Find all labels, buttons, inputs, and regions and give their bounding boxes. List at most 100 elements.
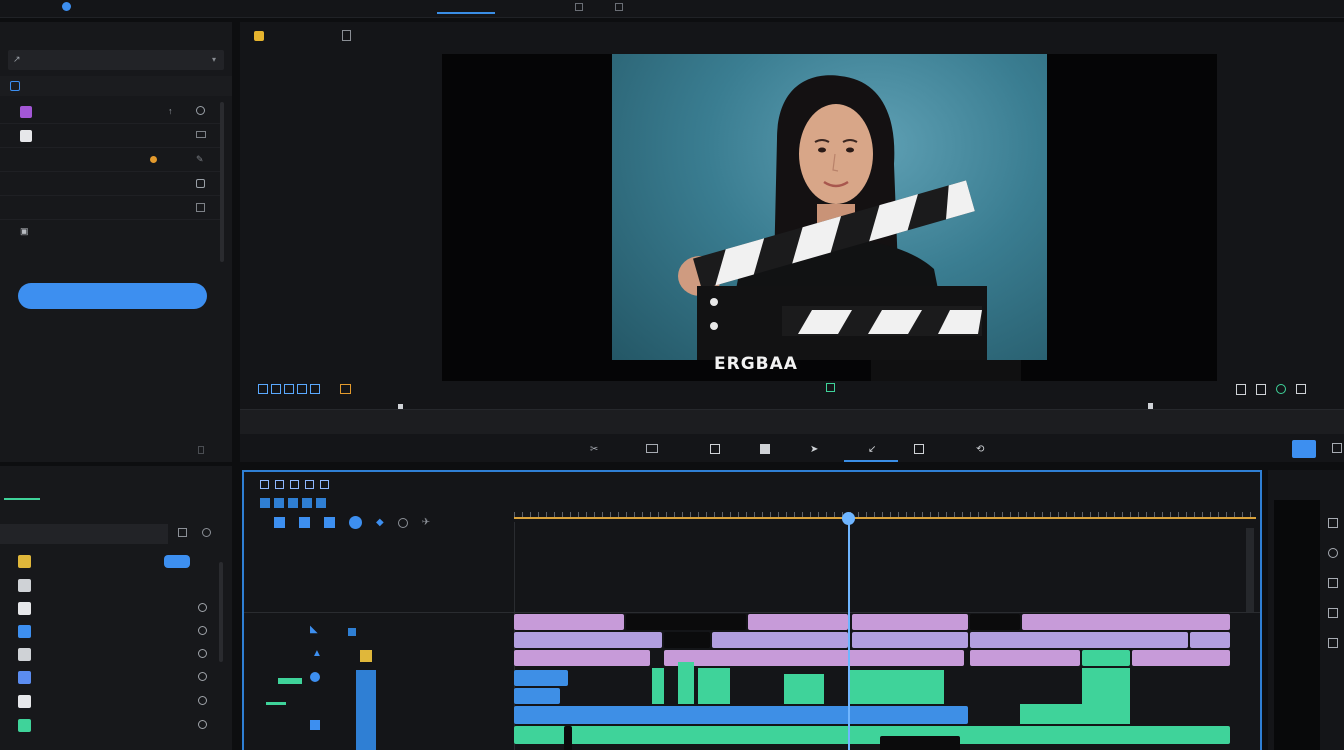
frame-icon[interactable]: [196, 203, 205, 212]
section-header[interactable]: [0, 76, 232, 96]
tool-icon[interactable]: [260, 480, 269, 489]
text-clip[interactable]: [514, 614, 624, 630]
text-clip[interactable]: [1022, 614, 1230, 630]
scrollbar[interactable]: [220, 102, 224, 262]
safe-zone-icon[interactable]: [826, 383, 835, 392]
media-item[interactable]: [0, 574, 222, 597]
work-area-bar[interactable]: [514, 517, 1256, 519]
tool-icon[interactable]: [305, 480, 314, 489]
color-icon[interactable]: [1276, 384, 1286, 394]
tool-icon[interactable]: [274, 517, 285, 528]
media-item[interactable]: [0, 666, 222, 689]
edit-icon[interactable]: ✎: [196, 154, 204, 165]
black-clip[interactable]: [970, 614, 1020, 630]
snapshot-icon[interactable]: [1256, 384, 1266, 395]
settings-button[interactable]: [1292, 440, 1316, 458]
effect-row[interactable]: [0, 172, 222, 196]
media-item[interactable]: [0, 690, 222, 713]
effect-row[interactable]: ✎: [0, 148, 222, 172]
overlay-clip[interactable]: [852, 632, 968, 648]
control-icon[interactable]: [271, 384, 281, 394]
black-clip[interactable]: [626, 614, 746, 630]
black-clip[interactable]: [664, 632, 710, 648]
effect-clip[interactable]: [514, 650, 650, 666]
image-icon[interactable]: [196, 179, 205, 188]
playhead[interactable]: [848, 514, 850, 750]
audio-icon[interactable]: [1328, 548, 1338, 558]
tool-icon[interactable]: [324, 517, 335, 528]
adjust-icon[interactable]: [1328, 638, 1338, 648]
tool-icon[interactable]: [290, 480, 299, 489]
sort-icon[interactable]: [202, 528, 211, 537]
effect-clip[interactable]: [664, 650, 964, 666]
copy-icon[interactable]: [914, 444, 924, 454]
video-clip[interactable]: [514, 670, 568, 686]
overlay-clip[interactable]: [514, 632, 662, 648]
control-icon[interactable]: [297, 384, 307, 394]
refresh-icon[interactable]: [196, 106, 205, 115]
crop-icon[interactable]: [646, 444, 658, 453]
overlay-clip[interactable]: [712, 632, 848, 648]
track-mute-icon[interactable]: [310, 672, 320, 682]
video-clip[interactable]: [514, 688, 560, 704]
media-item[interactable]: [0, 620, 222, 643]
checkbox-icon[interactable]: [10, 81, 20, 91]
card-icon[interactable]: [196, 131, 206, 138]
tool-icon[interactable]: [260, 498, 270, 508]
effect-row[interactable]: [0, 124, 222, 148]
scrub-bar[interactable]: [240, 410, 1344, 434]
tool-icon[interactable]: [302, 498, 312, 508]
scrollbar[interactable]: [219, 562, 223, 662]
plane-icon[interactable]: ✈: [422, 517, 430, 528]
export-frame-icon[interactable]: [1236, 384, 1246, 395]
tool-icon[interactable]: [275, 480, 284, 489]
up-arrow-icon[interactable]: ↑: [168, 106, 173, 116]
tool-icon[interactable]: [320, 480, 329, 489]
frame-icon[interactable]: [1328, 518, 1338, 528]
use-toggle[interactable]: [164, 555, 190, 568]
preview-ruler[interactable]: [240, 402, 1344, 410]
music-clip[interactable]: [514, 726, 1230, 744]
refresh-icon[interactable]: [198, 720, 207, 729]
playhead-handle[interactable]: [842, 512, 855, 525]
in-point-icon[interactable]: [398, 404, 403, 409]
speed-icon[interactable]: [1328, 578, 1338, 588]
out-point-icon[interactable]: [1148, 403, 1153, 409]
track-lock-icon[interactable]: ▲: [312, 648, 322, 659]
effect-clip[interactable]: [1082, 650, 1130, 666]
tool-icon[interactable]: [299, 517, 310, 528]
effect-clip[interactable]: [1132, 650, 1230, 666]
refresh-icon[interactable]: [198, 626, 207, 635]
undo-icon[interactable]: ⟲: [976, 444, 984, 455]
filter-icon[interactable]: [178, 528, 187, 537]
timecode-controls[interactable]: [258, 384, 320, 396]
tool-icon[interactable]: [288, 498, 298, 508]
media-item[interactable]: [0, 714, 222, 737]
window-icon[interactable]: [615, 3, 623, 11]
media-search[interactable]: [0, 524, 168, 544]
refresh-icon[interactable]: [198, 672, 207, 681]
effect-row[interactable]: [0, 196, 222, 220]
refresh-icon[interactable]: [198, 603, 207, 612]
track-mute-icon[interactable]: [310, 720, 320, 730]
media-item[interactable]: [0, 597, 222, 620]
speed-icon[interactable]: ➤: [810, 444, 818, 455]
media-item[interactable]: [0, 550, 222, 573]
control-icon[interactable]: [258, 384, 268, 394]
record-icon[interactable]: [349, 516, 362, 529]
text-clip[interactable]: [748, 614, 848, 630]
text-clip[interactable]: [852, 614, 968, 630]
effect-row[interactable]: ↑: [0, 100, 222, 124]
magnet-icon[interactable]: ↙: [868, 444, 876, 455]
apply-button[interactable]: [18, 283, 207, 309]
effect-clip[interactable]: [970, 650, 1080, 666]
refresh-icon[interactable]: [198, 696, 207, 705]
vertical-scrollbar[interactable]: [1246, 528, 1254, 612]
fullscreen-icon[interactable]: [1296, 384, 1306, 394]
globe-icon[interactable]: [397, 517, 408, 528]
tool-icon[interactable]: [274, 498, 284, 508]
track-lock-icon[interactable]: ◣: [310, 624, 318, 635]
animation-icon[interactable]: [1328, 608, 1338, 618]
document-icon[interactable]: [342, 30, 351, 41]
trash-icon[interactable]: [198, 446, 204, 454]
